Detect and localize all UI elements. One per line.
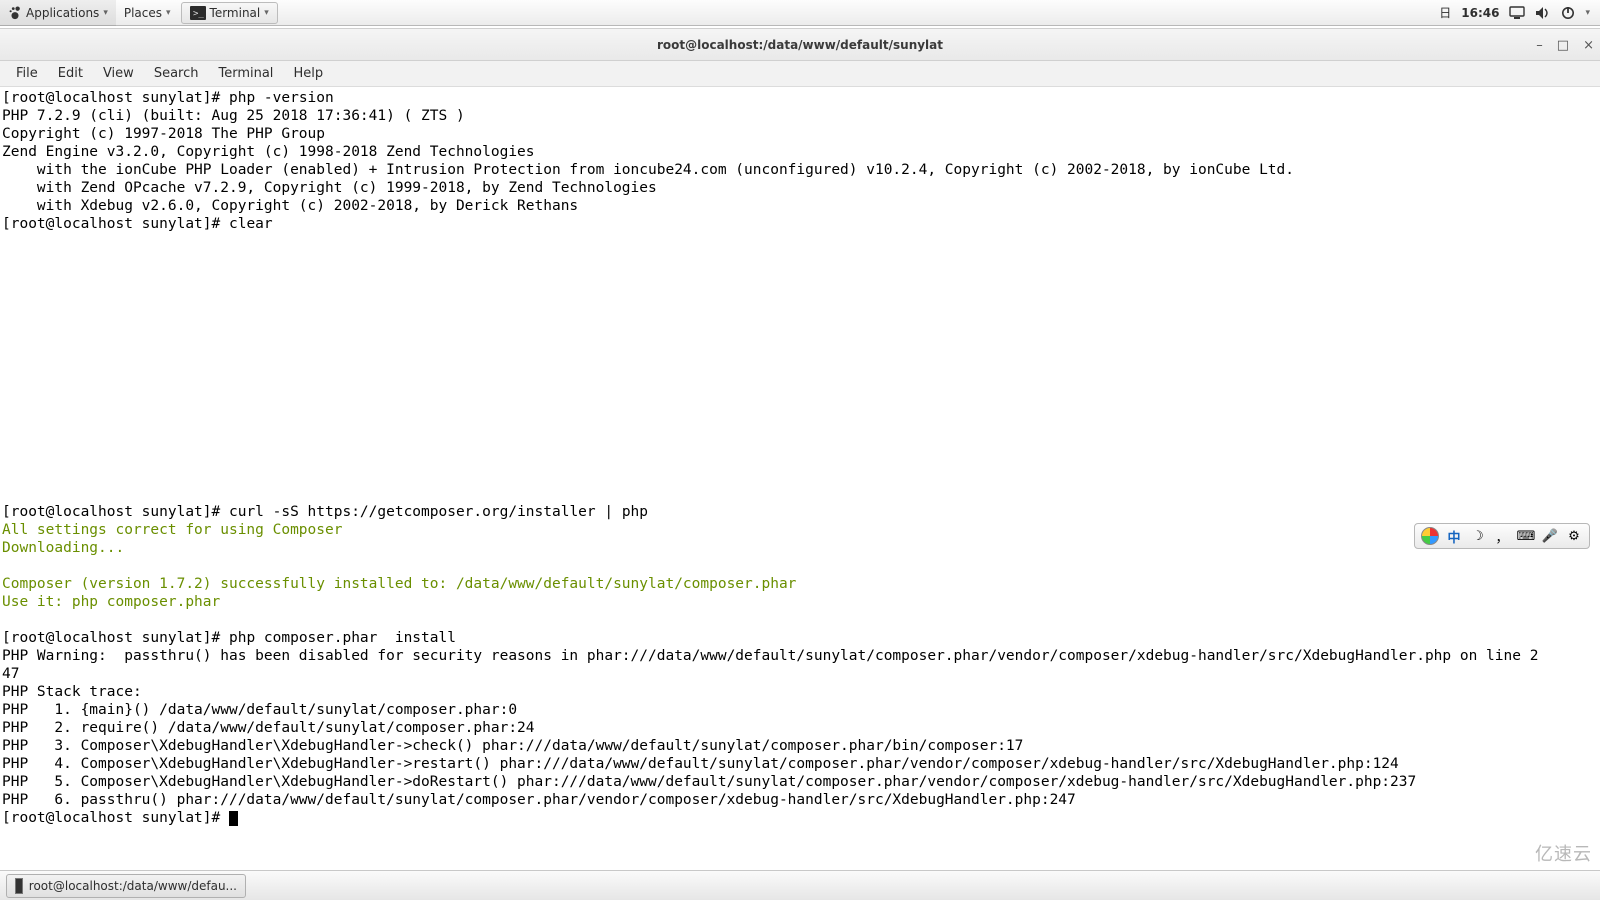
applications-label: Applications: [26, 6, 99, 20]
clock[interactable]: 16:46: [1461, 6, 1499, 20]
terminal-launcher[interactable]: >_ Terminal ▾: [181, 2, 278, 24]
close-button[interactable]: ×: [1583, 38, 1594, 53]
ime-punct[interactable]: ，: [1493, 527, 1511, 545]
bottom-taskbar: root@localhost:/data/www/defau...: [0, 870, 1600, 900]
terminal-icon: [15, 878, 23, 894]
menu-edit[interactable]: Edit: [48, 66, 93, 81]
maximize-button[interactable]: □: [1557, 38, 1569, 53]
menu-search[interactable]: Search: [144, 66, 209, 81]
terminal-cursor: [229, 811, 238, 826]
display-icon[interactable]: [1509, 6, 1525, 20]
ime-settings-icon[interactable]: ⚙: [1565, 527, 1583, 545]
gnome-foot-icon: [8, 6, 22, 20]
terminal-menubar: File Edit View Search Terminal Help: [0, 61, 1600, 87]
taskbar-item-terminal[interactable]: root@localhost:/data/www/defau...: [6, 874, 246, 898]
volume-icon[interactable]: [1535, 6, 1551, 20]
terminal-icon: >_: [190, 5, 206, 21]
caret-down-icon: ▾: [166, 8, 171, 18]
menu-view[interactable]: View: [93, 66, 144, 81]
caret-down-icon: ▾: [264, 8, 269, 18]
date-glyph[interactable]: 日: [1439, 4, 1451, 21]
places-label: Places: [124, 6, 162, 20]
places-menu[interactable]: Places ▾: [116, 0, 179, 26]
ime-moon-icon[interactable]: ☽: [1469, 527, 1487, 545]
window-title: root@localhost:/data/www/default/sunylat: [657, 38, 943, 52]
menu-terminal[interactable]: Terminal: [208, 66, 283, 81]
terminal-launcher-label: Terminal: [210, 6, 261, 20]
gnome-top-panel: Applications ▾ Places ▾ >_ Terminal ▾ 日 …: [0, 0, 1600, 26]
terminal-window: root@localhost:/data/www/default/sunylat…: [0, 28, 1600, 868]
ime-toolbar[interactable]: 中 ☽ ， ⌨ 🎤 ⚙: [1414, 523, 1590, 549]
menu-file[interactable]: File: [6, 66, 48, 81]
terminal-viewport[interactable]: [root@localhost sunylat]# php -version P…: [0, 87, 1600, 868]
menu-help[interactable]: Help: [283, 66, 333, 81]
applications-menu[interactable]: Applications ▾: [0, 0, 116, 26]
power-icon[interactable]: [1561, 6, 1575, 20]
ime-zhong[interactable]: 中: [1445, 527, 1463, 545]
ime-mic-icon[interactable]: 🎤: [1541, 527, 1559, 545]
taskbar-item-label: root@localhost:/data/www/defau...: [29, 879, 237, 893]
minimize-button[interactable]: –: [1536, 38, 1543, 53]
caret-down-icon[interactable]: ▾: [1585, 8, 1590, 18]
window-titlebar[interactable]: root@localhost:/data/www/default/sunylat…: [0, 29, 1600, 61]
ime-globe-icon[interactable]: [1421, 527, 1439, 545]
svg-text:>_: >_: [193, 9, 204, 19]
ime-keyboard-icon[interactable]: ⌨: [1517, 527, 1535, 545]
caret-down-icon: ▾: [103, 8, 108, 18]
